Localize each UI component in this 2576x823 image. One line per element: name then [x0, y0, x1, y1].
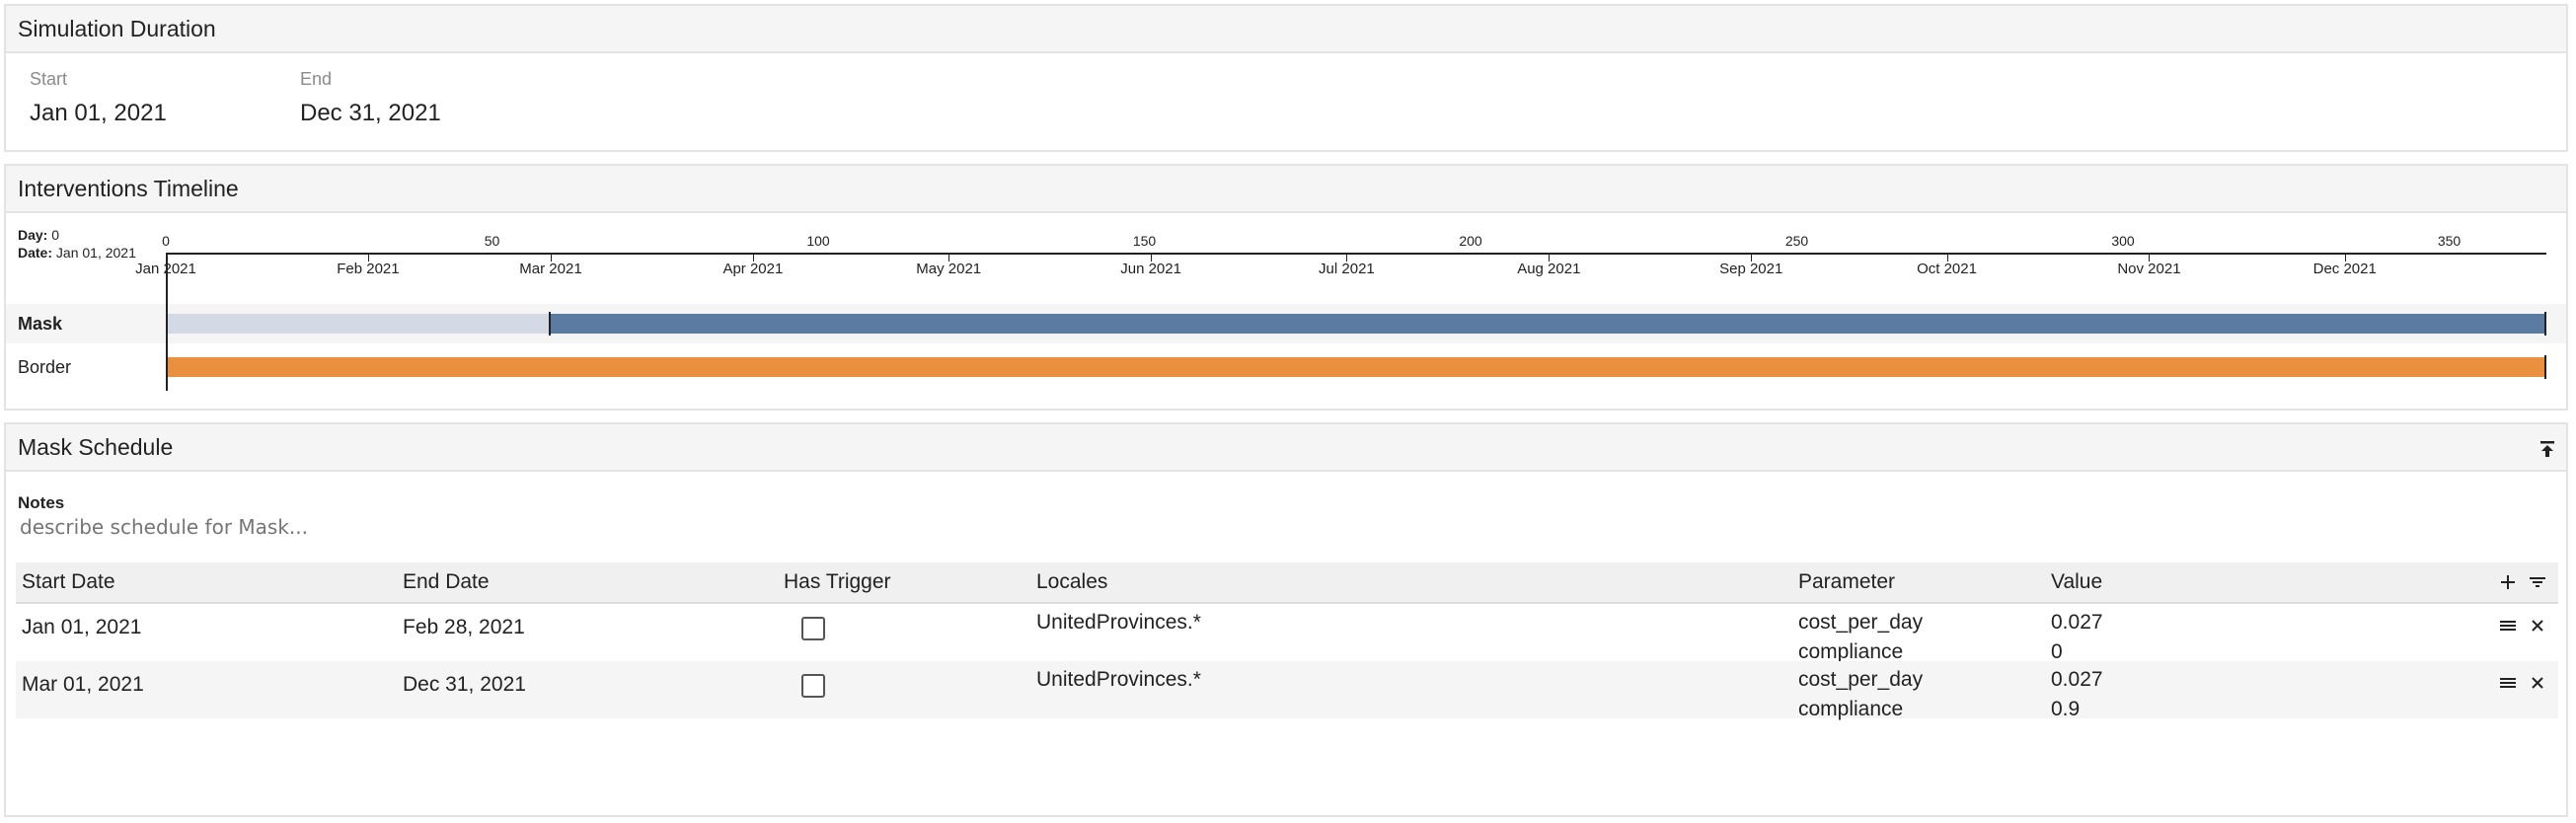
parameter-value[interactable]: 0.9	[2051, 695, 2103, 724]
menu-icon[interactable]	[2497, 672, 2519, 694]
column-end-date: End Date	[403, 570, 490, 593]
month-tick-label: May 2021	[916, 261, 982, 277]
menu-icon[interactable]	[2497, 615, 2519, 636]
table-row[interactable]: Jan 01, 2021 Feb 28, 2021 UnitedProvince…	[16, 604, 2558, 663]
day-tick-label: 0	[162, 233, 170, 249]
value-cell[interactable]: 0.027 0.9	[2051, 665, 2103, 724]
period-end-marker[interactable]	[2544, 355, 2546, 379]
filter-icon[interactable]	[2527, 571, 2548, 593]
month-tick-label: Nov 2021	[2117, 261, 2181, 277]
panel-title: Simulation Duration	[6, 6, 2566, 53]
date-value: Jan 01, 2021	[55, 245, 136, 261]
column-parameter: Parameter	[1798, 570, 1896, 593]
date-readout: Date: Jan 01, 2021	[18, 245, 136, 261]
month-tick-label: Feb 2021	[337, 261, 400, 277]
month-tick-label: Jun 2021	[1120, 261, 1181, 277]
period-end-marker[interactable]	[2544, 312, 2546, 336]
day-value: 0	[51, 227, 60, 243]
month-tick-label: Dec 2021	[2312, 261, 2377, 277]
table-row[interactable]: Mar 01, 2021 Dec 31, 2021 UnitedProvince…	[16, 661, 2558, 720]
end-label: End	[300, 69, 333, 89]
end-value[interactable]: Dec 31, 2021	[300, 100, 441, 127]
timeline-axis	[166, 253, 2546, 255]
column-value: Value	[2051, 570, 2103, 593]
start-date-cell[interactable]: Jan 01, 2021	[22, 616, 141, 639]
timeline-cursor[interactable]	[166, 253, 168, 391]
day-tick-label: 200	[1459, 233, 1482, 249]
parameter-name: cost_per_day	[1798, 668, 1924, 691]
mask-schedule-panel: Mask Schedule Notes Start Date End Date …	[4, 422, 2568, 817]
schedule-table: Start Date End Date Has Trigger Locales …	[16, 562, 2558, 720]
timeline-row-border[interactable]: Border	[6, 347, 2566, 387]
parameter-name: compliance	[1798, 698, 1904, 720]
row-label: Border	[18, 357, 72, 377]
day-tick-label: 300	[2111, 233, 2135, 249]
day-label: Day:	[18, 227, 48, 243]
start-label: Start	[30, 69, 68, 89]
end-date-cell[interactable]: Feb 28, 2021	[403, 616, 525, 639]
parameter-value[interactable]: 0.027	[2051, 608, 2103, 637]
mask-period-1-bar[interactable]	[168, 314, 549, 334]
close-icon[interactable]	[2527, 615, 2548, 636]
column-has-trigger: Has Trigger	[784, 570, 891, 593]
has-trigger-checkbox[interactable]	[801, 617, 825, 640]
month-tick-label: Aug 2021	[1517, 261, 1581, 277]
table-header: Start Date End Date Has Trigger Locales …	[16, 562, 2558, 604]
start-date-cell[interactable]: Mar 01, 2021	[22, 673, 144, 697]
collapse-up-icon[interactable]	[2537, 438, 2558, 460]
parameter-name: cost_per_day	[1798, 611, 1924, 634]
month-tick-label: Oct 2021	[1917, 261, 1977, 277]
panel-title: Mask Schedule	[6, 424, 2566, 472]
end-date-cell[interactable]: Dec 31, 2021	[403, 673, 526, 697]
month-tick-label: Apr 2021	[722, 261, 784, 277]
month-tick-label: Sep 2021	[1719, 261, 1783, 277]
start-field[interactable]: Start Jan 01, 2021	[30, 69, 167, 127]
plus-icon[interactable]	[2497, 571, 2519, 593]
parameter-cell: cost_per_day compliance	[1798, 608, 1923, 667]
locales-cell[interactable]: UnitedProvinces.*	[1036, 665, 1201, 695]
period-separator[interactable]	[549, 312, 551, 336]
day-tick-label: 50	[484, 233, 500, 249]
panel-title: Interventions Timeline	[6, 166, 2566, 213]
notes-label: Notes	[18, 493, 65, 512]
mask-period-2-bar[interactable]	[551, 314, 2544, 334]
day-tick-label: 150	[1132, 233, 1157, 249]
column-start-date: Start Date	[22, 570, 115, 593]
locales-cell[interactable]: UnitedProvinces.*	[1036, 608, 1201, 637]
date-label: Date:	[18, 245, 53, 261]
simulation-duration-panel: Simulation Duration Start Jan 01, 2021 E…	[4, 4, 2568, 152]
day-tick-label: 100	[806, 233, 830, 249]
month-tick-label: Mar 2021	[519, 261, 582, 277]
column-locales: Locales	[1036, 570, 1108, 593]
interventions-timeline-panel: Interventions Timeline Day: 0 Date: Jan …	[4, 164, 2568, 411]
close-icon[interactable]	[2527, 672, 2548, 694]
row-label: Mask	[18, 314, 63, 334]
has-trigger-checkbox[interactable]	[801, 674, 825, 698]
notes-input[interactable]	[20, 515, 908, 539]
end-field[interactable]: End Dec 31, 2021	[300, 69, 441, 127]
start-value[interactable]: Jan 01, 2021	[30, 100, 167, 127]
parameter-cell: cost_per_day compliance	[1798, 665, 1923, 724]
border-period-bar[interactable]	[168, 357, 2544, 377]
value-cell[interactable]: 0.027 0	[2051, 608, 2103, 667]
parameter-value[interactable]: 0.027	[2051, 665, 2103, 695]
timeline-row-mask[interactable]: Mask	[6, 304, 2566, 343]
day-tick-label: 250	[1784, 233, 1809, 249]
month-tick-label: Jul 2021	[1319, 261, 1375, 277]
day-readout: Day: 0	[18, 227, 59, 243]
day-tick-label: 350	[2437, 233, 2462, 249]
